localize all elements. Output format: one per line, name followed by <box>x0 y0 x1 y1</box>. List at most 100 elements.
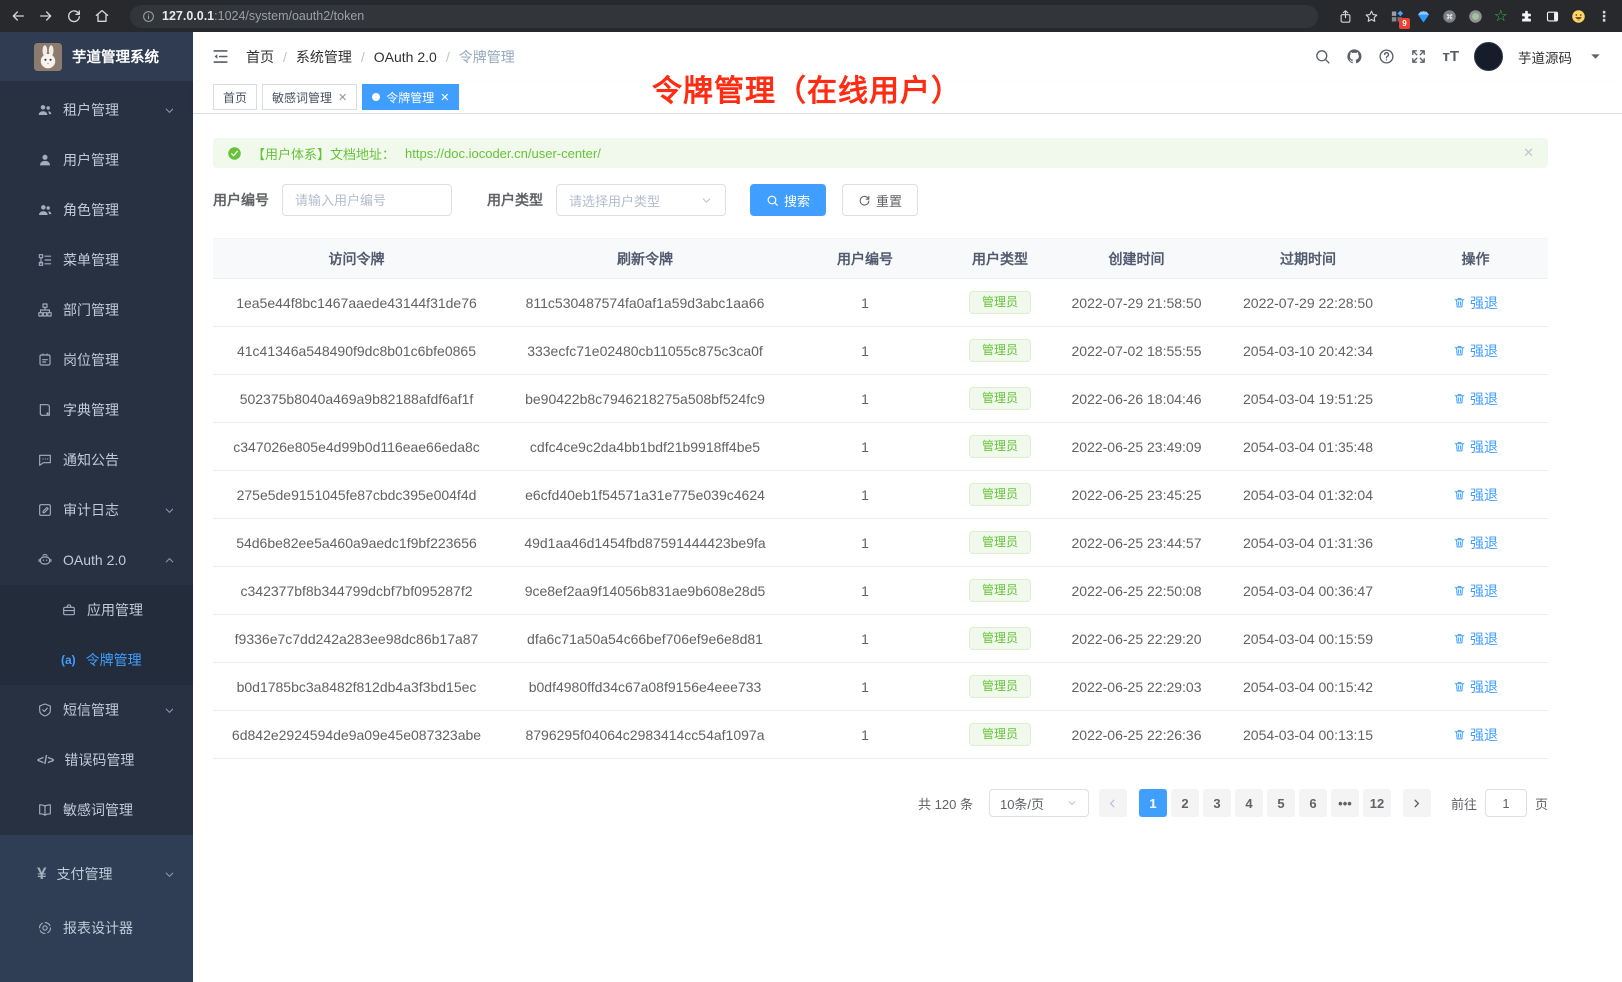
action-cell: 强退 <box>1403 375 1548 423</box>
sidebar-collapse-icon[interactable] <box>211 47 230 66</box>
force-logout-button[interactable]: 强退 <box>1453 533 1498 553</box>
user-type-badge: 管理员 <box>969 339 1031 363</box>
tab-首页[interactable]: 首页 <box>213 84 257 110</box>
github-icon[interactable] <box>1346 48 1363 65</box>
sidebar-item-岗位管理[interactable]: 岗位管理 <box>0 335 193 385</box>
user-id-cell: 1 <box>790 519 940 567</box>
record-extension-icon[interactable] <box>1468 9 1483 24</box>
next-page-button[interactable] <box>1403 789 1431 817</box>
sidebar-item-租户管理[interactable]: 租户管理 <box>0 85 193 135</box>
command-extension-icon[interactable]: ⌘ <box>1442 9 1457 24</box>
star-extension-icon[interactable]: ☆ <box>1494 6 1508 26</box>
page-button-2[interactable]: 2 <box>1171 789 1199 817</box>
force-logout-label: 强退 <box>1470 725 1498 745</box>
back-icon[interactable] <box>10 8 26 24</box>
tab-close-icon[interactable]: ✕ <box>338 91 347 104</box>
page-button-12[interactable]: 12 <box>1363 789 1391 817</box>
force-logout-button[interactable]: 强退 <box>1453 341 1498 361</box>
bookmark-star-icon[interactable] <box>1364 9 1379 24</box>
address-bar[interactable]: 127.0.0.1:1024/system/oauth2/token <box>130 5 1318 28</box>
fullscreen-icon[interactable] <box>1410 48 1427 65</box>
profile-emoji-avatar[interactable] <box>1571 9 1586 24</box>
gem-extension-icon[interactable] <box>1416 9 1431 24</box>
info-icon[interactable] <box>142 10 155 23</box>
dict-book-icon <box>37 402 53 418</box>
chevron-down-icon[interactable] <box>1587 48 1604 65</box>
tab-close-icon[interactable]: ✕ <box>440 91 449 104</box>
sidebar-item-应用管理[interactable]: 应用管理 <box>0 585 193 635</box>
active-tab-dot <box>372 93 380 101</box>
tab-令牌管理[interactable]: 令牌管理✕ <box>362 84 459 110</box>
home-icon[interactable] <box>94 8 110 24</box>
extension-blocks-icon[interactable]: 9 <box>1390 9 1405 24</box>
breadcrumb-item[interactable]: 首页 <box>246 47 274 67</box>
help-icon[interactable] <box>1378 48 1395 65</box>
extensions-puzzle-icon[interactable] <box>1519 9 1534 24</box>
sidebar-item-菜单管理[interactable]: 菜单管理 <box>0 235 193 285</box>
refresh-token-cell: cdfc4ce9c2da4bb1bdf21b9918ff4be5 <box>500 423 790 471</box>
page-button-1[interactable]: 1 <box>1139 789 1167 817</box>
sidebar-item-部门管理[interactable]: 部门管理 <box>0 285 193 335</box>
trash-icon <box>1453 632 1466 645</box>
more-pages-button[interactable]: ••• <box>1331 789 1359 817</box>
sidebar-item-OAuth 2.0[interactable]: OAuth 2.0 <box>0 535 193 585</box>
sidebar-item-敏感词管理[interactable]: 敏感词管理 <box>0 785 193 835</box>
access-token-cell: f9336e7c7dd242a283ee98dc86b17a87 <box>213 615 500 663</box>
page-button-3[interactable]: 3 <box>1203 789 1231 817</box>
sidebar-item-审计日志[interactable]: 审计日志 <box>0 485 193 535</box>
force-logout-button[interactable]: 强退 <box>1453 677 1498 697</box>
trash-icon <box>1453 344 1466 357</box>
force-logout-button[interactable]: 强退 <box>1453 437 1498 457</box>
forward-icon[interactable] <box>38 8 54 24</box>
page-size-select[interactable]: 10条/页 <box>989 789 1089 817</box>
page-button-4[interactable]: 4 <box>1235 789 1263 817</box>
user-id-input[interactable] <box>282 184 452 216</box>
alert-text: 【用户体系】文档地址： <box>252 144 395 163</box>
breadcrumb-item[interactable]: 系统管理 <box>296 47 352 67</box>
user-avatar[interactable] <box>1474 42 1503 71</box>
force-logout-button[interactable]: 强退 <box>1453 629 1498 649</box>
trash-icon <box>1453 680 1466 693</box>
tab-label: 首页 <box>223 89 247 106</box>
chrome-menu-icon[interactable]: ⋮ <box>1597 8 1612 25</box>
force-logout-button[interactable]: 强退 <box>1453 581 1498 601</box>
goto-page-input[interactable] <box>1485 789 1527 817</box>
force-logout-button[interactable]: 强退 <box>1453 485 1498 505</box>
access-token-cell: 41c41346a548490f9dc8b01c6bfe0865 <box>213 327 500 375</box>
force-logout-button[interactable]: 强退 <box>1453 725 1498 745</box>
sidebar-item-短信管理[interactable]: 短信管理 <box>0 685 193 735</box>
search-icon[interactable] <box>1314 48 1331 65</box>
force-logout-button[interactable]: 强退 <box>1453 293 1498 313</box>
username[interactable]: 芋道源码 <box>1518 47 1572 67</box>
search-button[interactable]: 搜索 <box>750 184 826 216</box>
access-token-cell: c342377bf8b344799dcbf7bf095287f2 <box>213 567 500 615</box>
font-size-icon[interactable]: ᴛT <box>1442 48 1459 65</box>
sidebar-item-报表设计器[interactable]: 报表设计器 <box>0 901 193 955</box>
reload-icon[interactable] <box>66 8 82 24</box>
prev-page-button[interactable] <box>1099 789 1127 817</box>
force-logout-button[interactable]: 强退 <box>1453 389 1498 409</box>
dept-org-icon <box>37 302 53 318</box>
sidebar-item-错误码管理[interactable]: </>错误码管理 <box>0 735 193 785</box>
reset-button[interactable]: 重置 <box>842 184 918 216</box>
created-time-cell: 2022-06-25 22:26:36 <box>1060 711 1213 759</box>
breadcrumb-item[interactable]: 令牌管理 <box>459 47 515 67</box>
share-icon[interactable] <box>1338 9 1353 24</box>
page-button-6[interactable]: 6 <box>1299 789 1327 817</box>
browser-chrome: 127.0.0.1:1024/system/oauth2/token 9 ⌘ ☆… <box>0 0 1622 32</box>
side-panel-icon[interactable] <box>1545 9 1560 24</box>
sidebar-item-角色管理[interactable]: 角色管理 <box>0 185 193 235</box>
breadcrumb-item[interactable]: OAuth 2.0 <box>374 49 437 65</box>
sidebar-item-字典管理[interactable]: 字典管理 <box>0 385 193 435</box>
tab-敏感词管理[interactable]: 敏感词管理✕ <box>262 84 357 110</box>
oauth-robot-icon <box>37 552 53 568</box>
alert-close-icon[interactable]: ✕ <box>1523 145 1534 161</box>
doc-link[interactable]: https://doc.iocoder.cn/user-center/ <box>405 146 601 161</box>
sidebar-item-通知公告[interactable]: 通知公告 <box>0 435 193 485</box>
sidebar-item-支付管理[interactable]: ¥支付管理 <box>0 847 193 901</box>
page-button-5[interactable]: 5 <box>1267 789 1295 817</box>
sidebar-item-令牌管理[interactable]: (a)令牌管理 <box>0 635 193 685</box>
sidebar-item-用户管理[interactable]: 用户管理 <box>0 135 193 185</box>
user-type-select[interactable]: 请选择用户类型 <box>556 184 726 216</box>
user-type-cell: 管理员 <box>940 519 1060 567</box>
